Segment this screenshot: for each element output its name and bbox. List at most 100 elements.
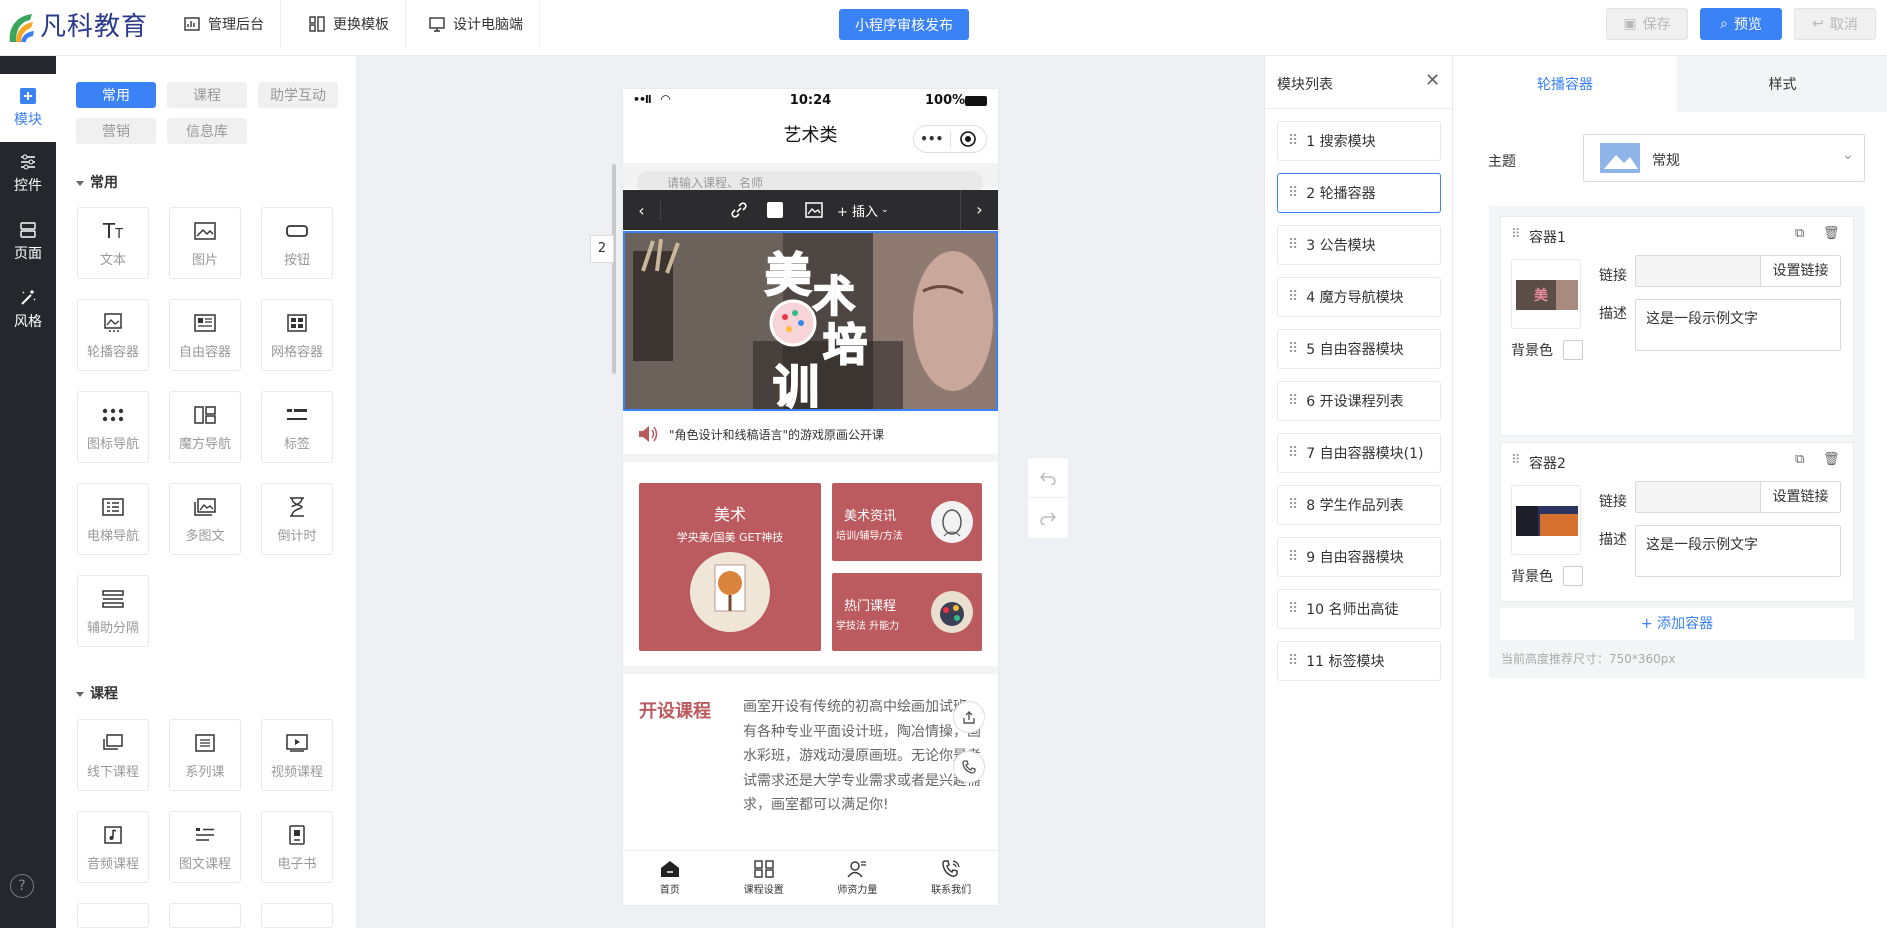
drag-handle-icon[interactable]: ⠿ [1288,497,1298,513]
widget-multi-image-text[interactable]: 多图文 [169,483,241,555]
container-image-2[interactable] [1511,485,1581,555]
category-chip-marketing[interactable]: 营销 [76,118,156,144]
widget-tag[interactable]: 标签 [261,391,333,463]
set-link-button[interactable]: 设置链接 [1760,256,1840,286]
color-swatch[interactable] [767,202,783,218]
share-icon[interactable] [953,701,985,733]
drag-handle-icon[interactable]: ⠿ [1288,445,1298,461]
drag-handle-icon[interactable]: ⠿ [1511,227,1521,242]
delete-icon[interactable]: 🗑 [1823,226,1840,241]
category-chip-info[interactable]: 信息库 [167,118,247,144]
tab-contact[interactable]: 联系我们 [904,851,998,905]
widget-video-course[interactable]: 视频课程 [261,719,333,791]
tab-course-settings[interactable]: 课程设置 [717,851,811,905]
category-chip-common[interactable]: 常用 [76,82,156,108]
copy-icon[interactable]: ⧉ [1795,226,1804,241]
module-list-item[interactable]: ⠿ 10 名师出高徒 [1277,589,1441,629]
undo-icon[interactable] [1028,458,1068,498]
magic-card-news[interactable]: 美术资讯 培训/辅导/方法 [832,483,982,561]
drag-handle-icon[interactable]: ⠿ [1288,601,1298,617]
section-common[interactable]: 常用 [76,172,118,192]
widget-carousel[interactable]: 轮播容器 [77,299,149,371]
publish-button[interactable]: 小程序审核发布 [839,9,969,40]
link-field[interactable]: 设置链接 [1635,481,1841,513]
widget-series-course[interactable]: 系列课 [169,719,241,791]
drag-handle-icon[interactable]: ⠿ [1288,133,1298,149]
widget-more-3[interactable] [261,903,333,928]
widget-free-container[interactable]: 自由容器 [169,299,241,371]
tab-home[interactable]: 首页 [623,851,717,905]
notice-bar[interactable]: "角色设计和线稿语言"的游戏原画公开课 [623,414,998,454]
widget-audio-course[interactable]: 音频课程 [77,811,149,883]
logo[interactable]: 凡科教育 [6,6,148,43]
module-list-item[interactable]: ⠿ 1 搜索模块 [1277,121,1441,161]
toolbar-next-icon[interactable]: › [960,190,998,230]
preview-button[interactable]: ⌕ 预览 [1700,8,1782,40]
drag-handle-icon[interactable]: ⠿ [1288,653,1298,669]
magic-card-art[interactable]: 美术 学央美/国美 GET神技 [639,483,821,651]
desc-textarea[interactable]: 这是一段示例文字 [1635,525,1841,577]
widget-more-2[interactable] [169,903,241,928]
insert-button[interactable]: + 插入 [837,201,878,220]
category-chip-interaction[interactable]: 助学互动 [258,82,338,108]
module-list-item[interactable]: ⠿ 9 自由容器模块 [1277,537,1441,577]
widget-graphic-course[interactable]: 图文课程 [169,811,241,883]
container-image-1[interactable]: 美 [1511,259,1581,329]
widget-grid-container[interactable]: 网格容器 [261,299,333,371]
help-icon[interactable]: ? [10,874,34,898]
widget-offline-course[interactable]: 线下课程 [77,719,149,791]
redo-icon[interactable] [1028,498,1068,538]
drag-handle-icon[interactable]: ⠿ [1288,341,1298,357]
module-list-item[interactable]: ⠿ 3 公告模块 [1277,225,1441,265]
rail-item-modules[interactable]: 模块 [0,74,56,142]
copy-icon[interactable]: ⧉ [1795,452,1804,467]
widget-text[interactable]: TT 文本 [77,207,149,279]
delete-icon[interactable]: 🗑 [1823,452,1840,467]
link-field[interactable]: 设置链接 [1635,255,1841,287]
carousel-banner[interactable]: 美 术 培 训 [623,231,998,411]
module-list-item[interactable]: ⠿ 4 魔方导航模块 [1277,277,1441,317]
magic-card-hot-course[interactable]: 热门课程 学技法 升能力 [832,573,982,651]
drag-handle-icon[interactable]: ⠿ [1288,289,1298,305]
close-icon[interactable]: ✕ [1425,70,1440,91]
section-course[interactable]: 课程 [76,683,118,703]
module-list-item[interactable]: ⠿ 7 自由容器模块(1) [1277,433,1441,473]
drag-handle-icon[interactable]: ⠿ [1288,185,1298,201]
rail-item-controls[interactable]: 控件 [0,142,56,206]
tab-faculty[interactable]: 师资力量 [811,851,905,905]
widget-ebook[interactable]: 电子书 [261,811,333,883]
tab-style[interactable]: 样式 [1677,56,1887,112]
image-icon[interactable] [805,202,823,218]
link-icon[interactable] [731,202,747,218]
close-mini-program-icon[interactable] [950,131,986,147]
more-icon[interactable]: ••• [914,132,950,146]
add-container-button[interactable]: + 添加容器 [1500,608,1854,640]
module-list-item[interactable]: ⠿ 5 自由容器模块 [1277,329,1441,369]
tab-carousel-container[interactable]: 轮播容器 [1453,56,1677,112]
toolbar-prev-icon[interactable]: ‹ [623,200,661,220]
rail-item-pages[interactable]: 页面 [0,210,56,274]
widget-button[interactable]: 按钮 [261,207,333,279]
widget-magic-nav[interactable]: 魔方导航 [169,391,241,463]
cancel-button[interactable]: ↩ 取消 [1794,8,1876,40]
widget-image[interactable]: 图片 [169,207,241,279]
set-link-button[interactable]: 设置链接 [1760,482,1840,512]
module-list-item[interactable]: ⠿ 8 学生作品列表 [1277,485,1441,525]
drag-handle-icon[interactable]: ⠿ [1288,237,1298,253]
canvas-scrollbar[interactable] [612,164,616,374]
nav-admin[interactable]: 管理后台 [168,0,281,48]
mini-program-capsule[interactable]: ••• [913,125,987,153]
widget-more-1[interactable] [77,903,149,928]
theme-select[interactable]: 常规 ⌄ [1583,134,1865,182]
drag-handle-icon[interactable]: ⠿ [1511,453,1521,468]
widget-icon-nav[interactable]: 图标导航 [77,391,149,463]
save-button[interactable]: ▣ 保存 [1606,8,1688,40]
drag-handle-icon[interactable]: ⠿ [1288,393,1298,409]
rail-item-style[interactable]: 风格 [0,278,56,342]
category-chip-course[interactable]: 课程 [167,82,247,108]
bg-color-swatch[interactable] [1563,566,1583,586]
widget-countdown[interactable]: 倒计时 [261,483,333,555]
widget-divider[interactable]: 辅助分隔 [77,575,149,647]
module-list-item[interactable]: ⠿ 6 开设课程列表 [1277,381,1441,421]
module-list-item[interactable]: ⠿ 2 轮播容器 [1277,173,1441,213]
